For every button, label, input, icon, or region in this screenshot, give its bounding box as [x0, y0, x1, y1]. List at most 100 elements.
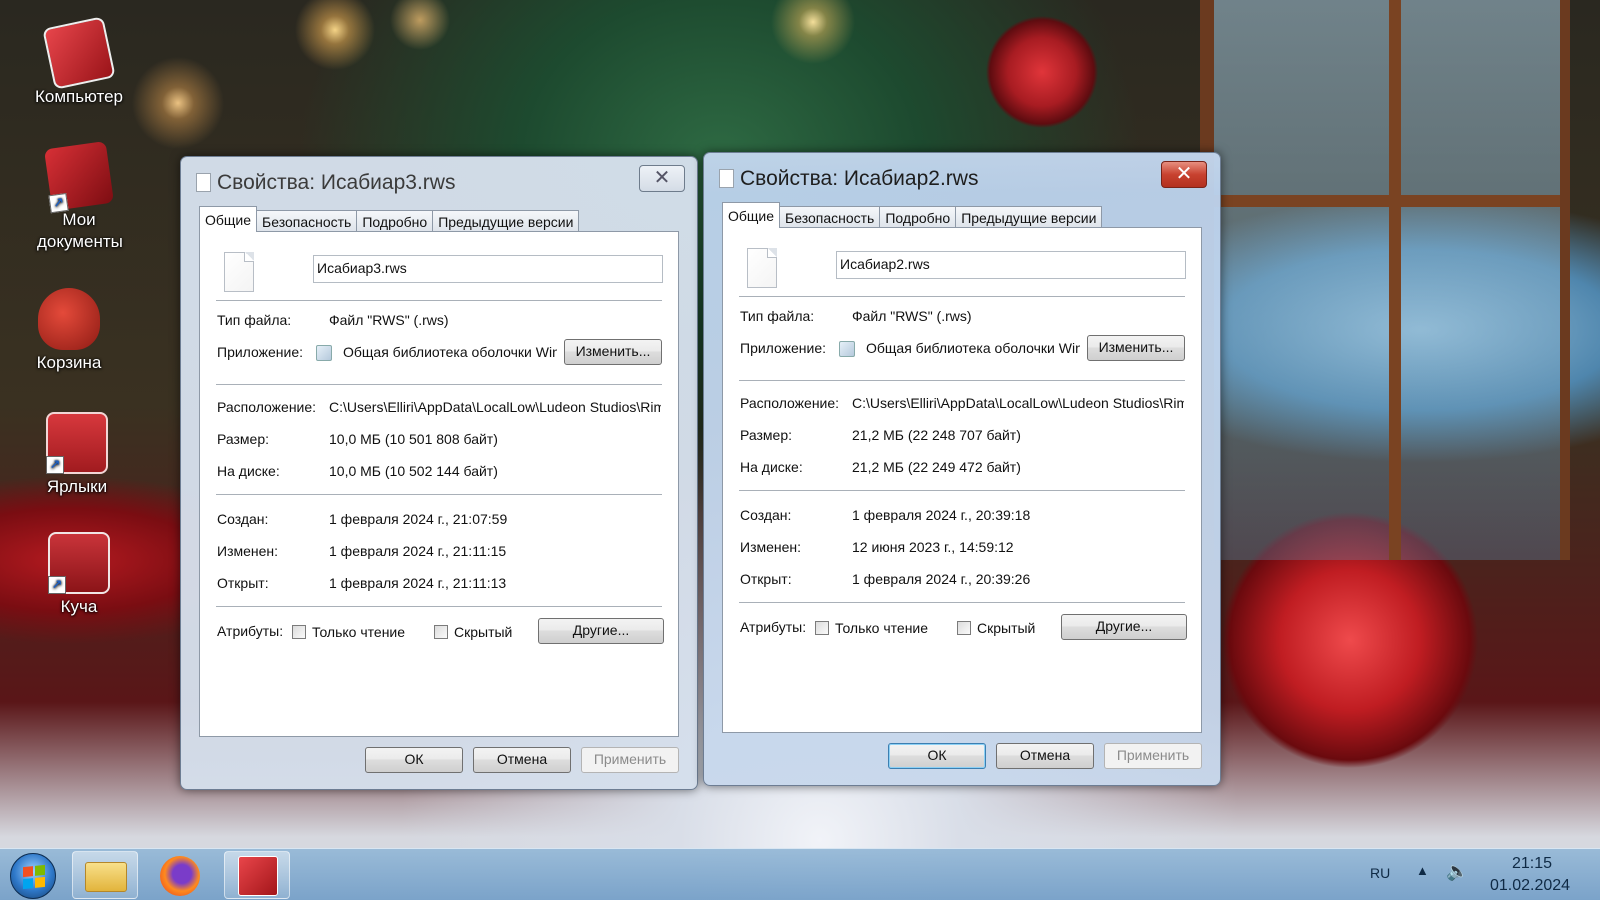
window-title: Свойства: Исабиар2.rws — [740, 167, 979, 190]
value-size: 10,0 МБ (10 501 808 байт) — [329, 431, 498, 447]
show-hidden-icons-icon[interactable]: ▲ — [1416, 863, 1429, 878]
properties-window-right[interactable]: Свойства: Исабиар2.rws ✕ Общие Безопасно… — [703, 152, 1221, 786]
readonly-label[interactable]: Только чтение — [835, 620, 928, 636]
label-opened: Открыт: — [740, 571, 792, 587]
file-icon — [196, 173, 211, 192]
value-file-type: Файл "RWS" (.rws) — [329, 312, 449, 328]
desktop-icon-documents[interactable]: ↗ Мои документы — [24, 140, 134, 253]
shortcut-arrow-icon: ↗ — [46, 456, 64, 474]
language-indicator[interactable]: RU — [1370, 865, 1390, 881]
cancel-button[interactable]: Отмена — [996, 743, 1094, 769]
tab-general[interactable]: Общие — [199, 206, 258, 232]
hidden-label[interactable]: Скрытый — [454, 624, 512, 640]
label-on-disk: На диске: — [217, 463, 280, 479]
label-created: Создан: — [740, 507, 792, 523]
taskbar-pinned-app[interactable] — [224, 851, 290, 899]
desktop-icon-shortcuts[interactable]: ↗ Ярлыки — [22, 412, 132, 498]
cancel-button[interactable]: Отмена — [473, 747, 571, 773]
value-on-disk: 21,2 МБ (22 249 472 байт) — [852, 459, 1021, 475]
close-button[interactable]: ✕ — [639, 165, 685, 192]
general-tab-panel: Исабиар3.rws Тип файла: Файл "RWS" (.rws… — [199, 231, 679, 737]
label-size: Размер: — [217, 431, 270, 447]
value-created: 1 февраля 2024 г., 21:07:59 — [329, 511, 508, 527]
separator — [739, 490, 1185, 491]
separator — [216, 384, 662, 385]
tab-previous-versions[interactable]: Предыдущие версии — [955, 206, 1103, 228]
documents-icon: ↗ — [43, 140, 115, 214]
ok-button[interactable]: ОК — [888, 743, 986, 769]
shell-library-icon — [316, 345, 332, 361]
properties-window-left[interactable]: Свойства: Исабиар3.rws ✕ Общие Безопасно… — [180, 156, 698, 790]
separator — [216, 300, 662, 301]
hidden-checkbox[interactable] — [957, 621, 971, 635]
other-attributes-button[interactable]: Другие... — [538, 618, 664, 644]
shell-library-icon — [839, 341, 855, 357]
value-modified: 12 июня 2023 г., 14:59:12 — [852, 539, 1014, 555]
value-modified: 1 февраля 2024 г., 21:11:15 — [329, 543, 507, 559]
start-button[interactable] — [10, 853, 56, 899]
other-attributes-button[interactable]: Другие... — [1061, 614, 1187, 640]
file-icon — [719, 169, 734, 188]
change-button[interactable]: Изменить... — [1087, 335, 1185, 361]
taskbar-file-explorer[interactable] — [72, 851, 138, 899]
value-on-disk: 10,0 МБ (10 502 144 байт) — [329, 463, 498, 479]
tab-security[interactable]: Безопасность — [256, 210, 358, 232]
window-frame-wallpaper — [1200, 0, 1570, 560]
volume-icon[interactable]: 🔈 — [1446, 861, 1468, 882]
clock-date[interactable]: 01.02.2024 — [1490, 877, 1570, 895]
recycle-bin-icon — [38, 288, 100, 350]
label-location: Расположение: — [740, 395, 840, 411]
tab-details[interactable]: Подробно — [879, 206, 957, 228]
label-application: Приложение: — [217, 344, 304, 360]
file-name-field[interactable]: Исабиар3.rws — [313, 255, 663, 283]
label-size: Размер: — [740, 427, 793, 443]
separator — [216, 494, 662, 495]
label-file-type: Тип файла: — [740, 308, 815, 324]
tab-bar: Общие Безопасность Подробно Предыдущие в… — [722, 202, 1103, 228]
ok-button[interactable]: ОК — [365, 747, 463, 773]
desktop-icon-heap[interactable]: ↗ Куча — [24, 532, 134, 618]
readonly-label[interactable]: Только чтение — [312, 624, 405, 640]
value-application: Общая библиотека оболочки Win — [343, 344, 557, 360]
firefox-icon — [160, 856, 200, 896]
value-created: 1 февраля 2024 г., 20:39:18 — [852, 507, 1031, 523]
label-file-type: Тип файла: — [217, 312, 292, 328]
apply-button[interactable]: Применить — [581, 747, 679, 773]
taskbar: RU ▲ 🔈 21:15 01.02.2024 — [0, 848, 1600, 900]
file-large-icon — [747, 248, 777, 288]
value-file-type: Файл "RWS" (.rws) — [852, 308, 972, 324]
tab-previous-versions[interactable]: Предыдущие версии — [432, 210, 580, 232]
separator — [739, 296, 1185, 297]
tab-bar: Общие Безопасность Подробно Предыдущие в… — [199, 206, 580, 232]
taskbar-firefox[interactable] — [148, 851, 214, 899]
change-button[interactable]: Изменить... — [564, 339, 662, 365]
label-application: Приложение: — [740, 340, 827, 356]
separator — [739, 602, 1185, 603]
start-orb-icon — [23, 864, 45, 890]
close-button[interactable]: ✕ — [1161, 161, 1207, 188]
value-size: 21,2 МБ (22 248 707 байт) — [852, 427, 1021, 443]
value-location: C:\Users\Elliri\AppData\LocalLow\Ludeon … — [329, 399, 661, 415]
label-attributes: Атрибуты: — [217, 623, 284, 639]
separator — [739, 380, 1185, 381]
file-name-field[interactable]: Исабиар2.rws — [836, 251, 1186, 279]
hidden-label[interactable]: Скрытый — [977, 620, 1035, 636]
clock-time[interactable]: 21:15 — [1512, 855, 1552, 873]
tab-security[interactable]: Безопасность — [779, 206, 881, 228]
computer-icon — [42, 16, 116, 90]
value-opened: 1 февраля 2024 г., 20:39:26 — [852, 571, 1031, 587]
tab-details[interactable]: Подробно — [356, 210, 434, 232]
hidden-checkbox[interactable] — [434, 625, 448, 639]
shortcuts-folder-icon: ↗ — [46, 412, 108, 474]
value-location: C:\Users\Elliri\AppData\LocalLow\Ludeon … — [852, 395, 1184, 411]
label-opened: Открыт: — [217, 575, 269, 591]
tab-general[interactable]: Общие — [722, 202, 781, 228]
label-location: Расположение: — [217, 399, 317, 415]
window-title: Свойства: Исабиар3.rws — [217, 171, 456, 194]
value-application: Общая библиотека оболочки Win — [866, 340, 1080, 356]
desktop-icon-recycle-bin[interactable]: Корзина — [14, 288, 124, 374]
desktop-icon-computer[interactable]: Компьютер — [24, 16, 134, 108]
apply-button[interactable]: Применить — [1104, 743, 1202, 769]
readonly-checkbox[interactable] — [815, 621, 829, 635]
readonly-checkbox[interactable] — [292, 625, 306, 639]
